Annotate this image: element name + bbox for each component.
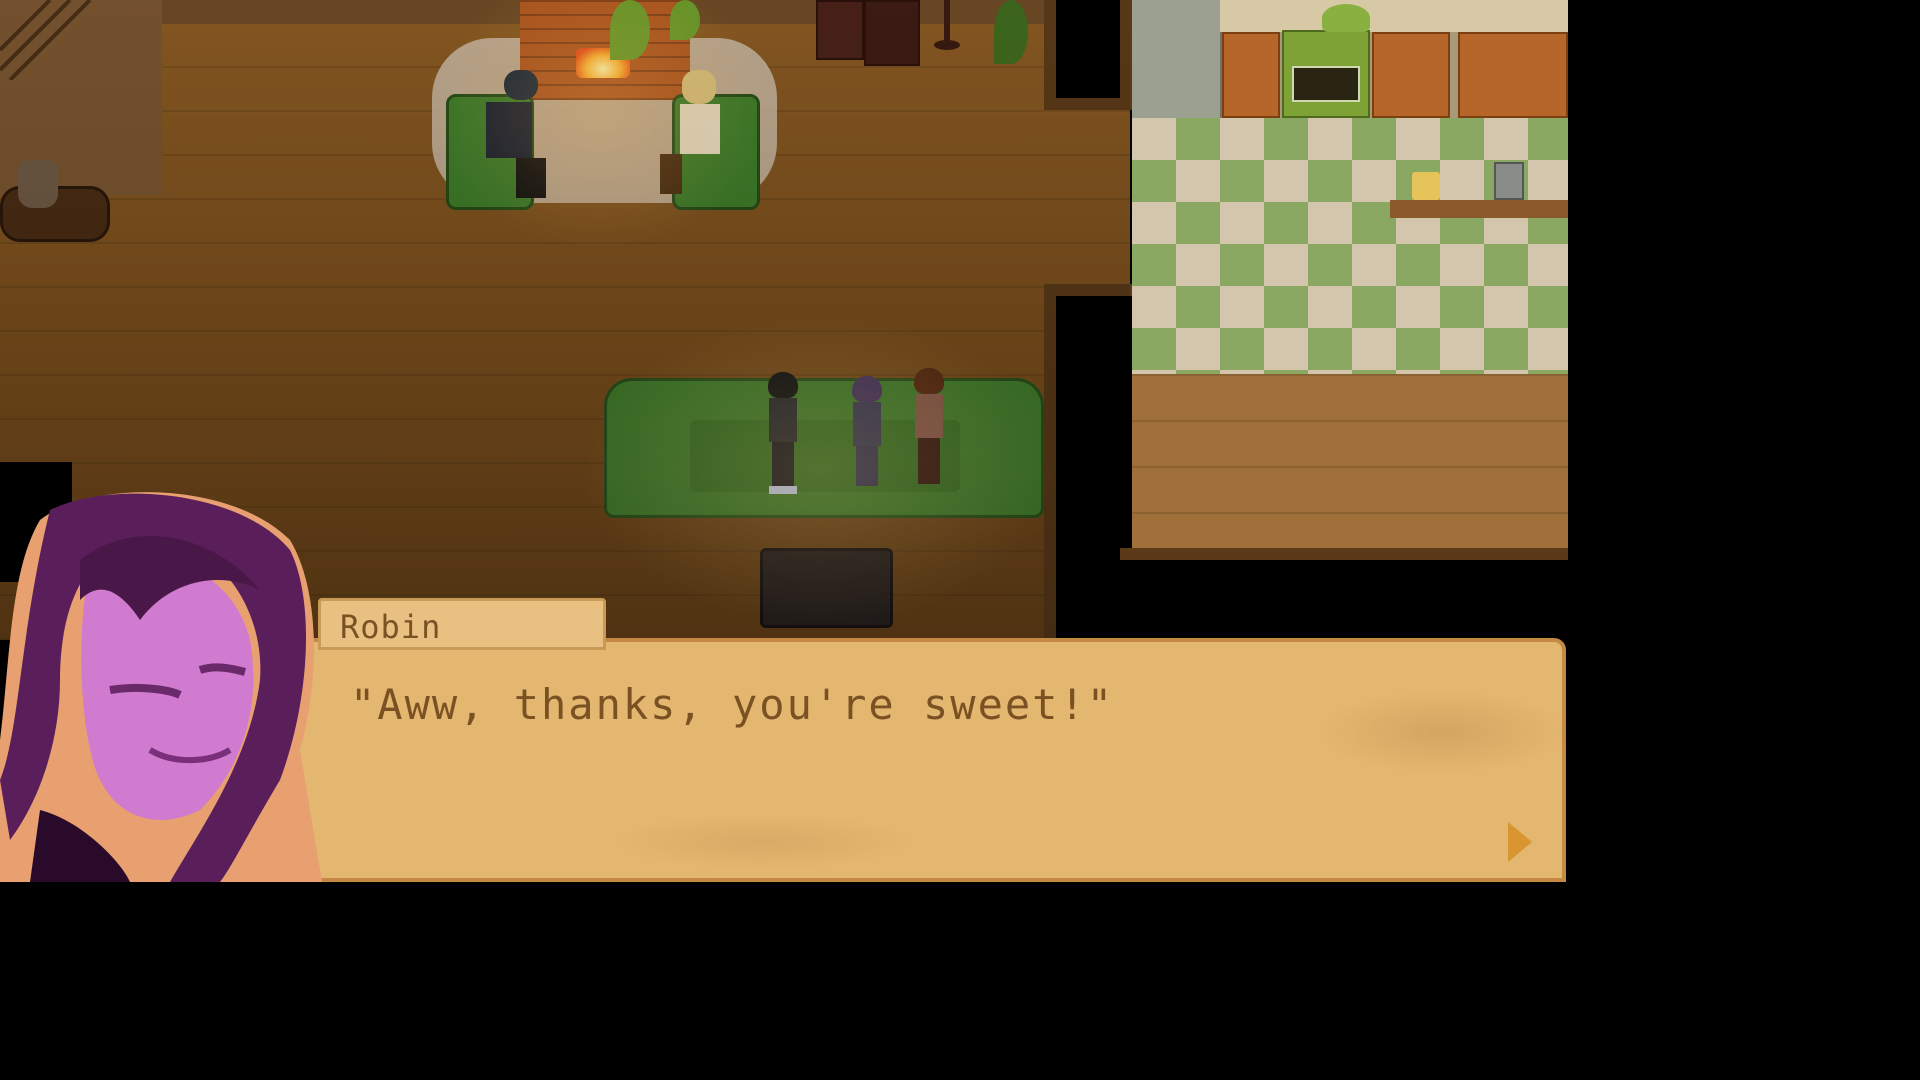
kitchen-counter	[1390, 200, 1568, 218]
kitchen-wall-trim	[1120, 548, 1568, 560]
game-scene: Robin "Aww, thanks, you're sweet!"	[0, 0, 1568, 882]
kettle[interactable]	[1322, 4, 1370, 32]
kitchen-drawers-right[interactable]	[1372, 32, 1450, 118]
kitchen-wood-floor	[1132, 374, 1568, 560]
mug[interactable]	[1412, 172, 1440, 200]
dialogue-box[interactable]	[158, 638, 1566, 882]
kitchen-cabinet[interactable]	[1458, 32, 1568, 118]
coffee-pot[interactable]	[1494, 162, 1524, 200]
dialogue-line: "Aww, thanks, you're sweet!"	[350, 680, 1115, 729]
robin-portrait	[0, 492, 322, 882]
speaker-name: Robin	[340, 608, 442, 646]
kitchen-backsplash	[1220, 0, 1568, 32]
kitchen-drawers-left[interactable]	[1222, 32, 1280, 118]
triangle-arrow-right-icon[interactable]	[1508, 822, 1532, 862]
refrigerator[interactable]	[1132, 0, 1222, 118]
oven-window	[1292, 66, 1360, 102]
checkered-kitchen-floor	[1132, 118, 1568, 374]
